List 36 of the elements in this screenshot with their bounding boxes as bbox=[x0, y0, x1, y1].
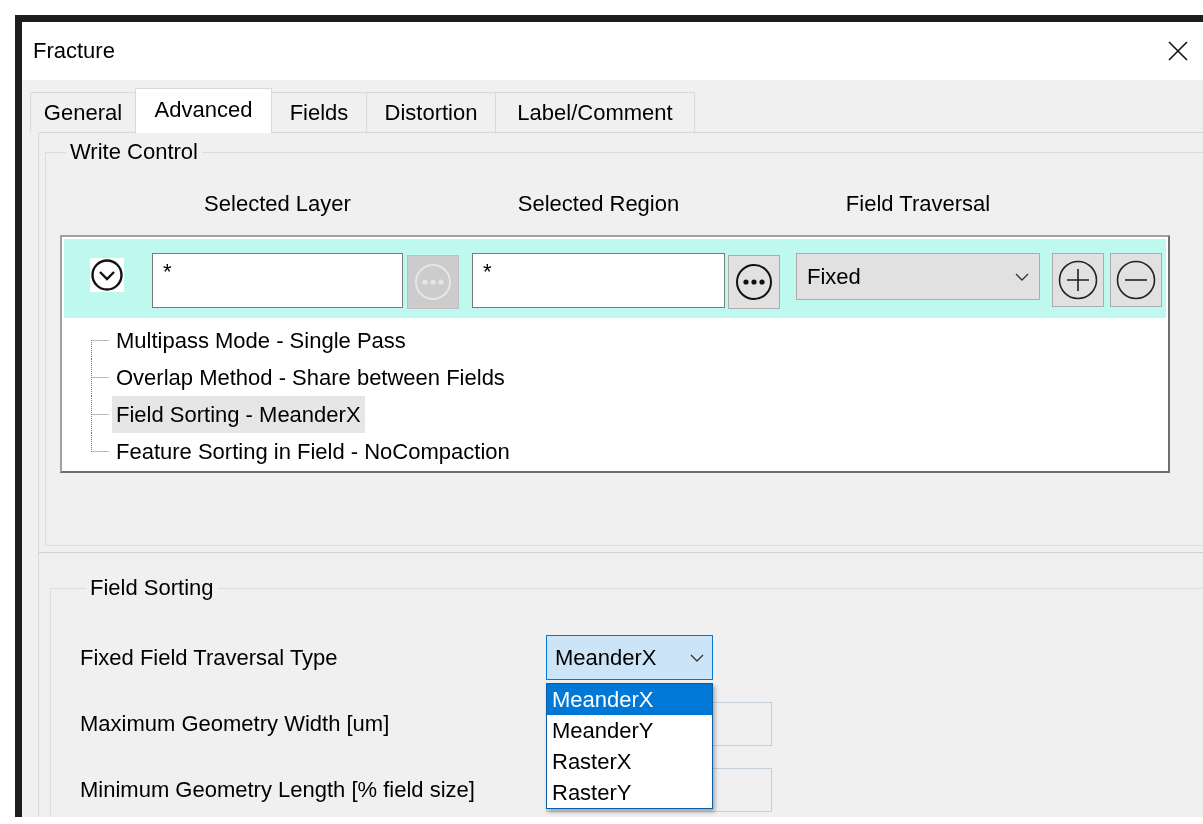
field-label: Minimum Geometry Length [% field size] bbox=[80, 776, 476, 803]
dropdown-option[interactable]: RasterY bbox=[547, 777, 712, 808]
expand-toggle[interactable] bbox=[90, 258, 124, 292]
tree-item[interactable]: Feature Sorting in Field - NoCompaction bbox=[112, 433, 514, 470]
group-title: Write Control bbox=[69, 139, 199, 165]
column-header: Selected Layer bbox=[203, 191, 352, 218]
close-icon bbox=[1167, 40, 1189, 62]
traversal-type-dropdown[interactable]: MeanderX bbox=[546, 635, 713, 680]
dropdown-option[interactable]: RasterX bbox=[547, 746, 712, 777]
tree-item[interactable]: Field Sorting - MeanderX bbox=[112, 396, 365, 433]
tree-item[interactable]: Multipass Mode - Single Pass bbox=[112, 322, 410, 359]
window-title: Fracture bbox=[33, 38, 115, 64]
region-field[interactable]: * bbox=[472, 253, 725, 308]
tab[interactable]: Label/Comment bbox=[495, 92, 695, 132]
column-header: Selected Region bbox=[516, 191, 681, 218]
browse-button[interactable] bbox=[728, 255, 780, 309]
tree-item[interactable]: Overlap Method - Share between Fields bbox=[112, 359, 509, 396]
plus-icon bbox=[1058, 260, 1098, 300]
tab[interactable]: General bbox=[30, 92, 136, 132]
field-label: Maximum Geometry Width [um] bbox=[80, 710, 391, 737]
dropdown-option[interactable]: MeanderX bbox=[547, 684, 712, 715]
layer-field[interactable]: * bbox=[152, 253, 403, 308]
chevron-down-icon bbox=[91, 259, 123, 291]
tab[interactable]: Advanced bbox=[135, 88, 272, 133]
traversal-dropdown[interactable]: Fixed bbox=[796, 253, 1040, 300]
field-label: Fixed Field Traversal Type bbox=[80, 644, 339, 671]
ellipsis-icon bbox=[735, 263, 773, 301]
column-header: Field Traversal bbox=[844, 191, 992, 218]
minus-icon bbox=[1116, 260, 1156, 300]
add-button[interactable] bbox=[1052, 253, 1104, 307]
ellipsis-icon bbox=[414, 263, 452, 301]
remove-button[interactable] bbox=[1110, 253, 1162, 307]
group-title: Field Sorting bbox=[89, 575, 215, 601]
dropdown-option[interactable]: MeanderY bbox=[547, 715, 712, 746]
chevron-down-icon bbox=[1015, 272, 1029, 281]
chevron-down-icon bbox=[690, 653, 704, 662]
